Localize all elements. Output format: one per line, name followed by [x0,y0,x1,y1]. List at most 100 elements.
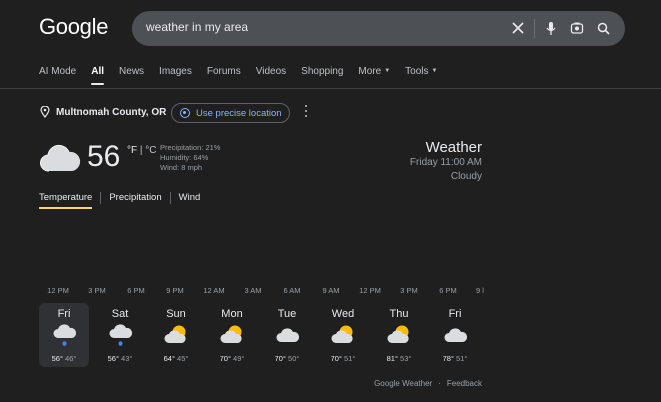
day-temps: 70° 50° [262,354,312,363]
tab-all[interactable]: All [91,66,104,85]
day-forecast[interactable]: Sun 64° 45° [151,303,201,367]
low-temp: 51° [456,354,468,363]
footer-separator: · [438,379,441,388]
high-temp: 70° [330,354,342,363]
weather-title: Weather [425,139,482,156]
weather-subtabs: Temperature Precipitation Wind [39,192,201,209]
high-temp: 70° [274,354,286,363]
day-temps: 78° 51° [430,354,480,363]
precise-location-label: Use precise location [196,107,282,119]
clear-icon[interactable] [510,20,526,36]
high-temp: 64° [163,354,175,363]
weather-condition: Cloudy [450,171,482,182]
day-forecast[interactable]: Fri 56° 46° [39,303,89,367]
chevron-down-icon: ▼ [431,68,438,74]
chevron-down-icon: ▼ [384,68,391,74]
hour-label: 3 PM [400,286,418,295]
weather-footer: Google Weather · Feedback [374,379,482,388]
subtab-divider [100,192,102,204]
low-temp: 53° [400,354,412,363]
unit-celsius[interactable]: °C [145,145,156,156]
hour-label: 9 PM [166,286,184,295]
high-temp: 78° [442,354,454,363]
current-temperature: 56 [87,140,121,173]
google-logo[interactable]: Google [39,14,108,40]
precipitation-text: Precipitation: 21% [160,143,221,152]
unit-fahrenheit[interactable]: °F [127,145,137,156]
low-temp: 46° [65,354,77,363]
day-name: Mon [221,308,243,320]
partly-cloudy-icon [387,325,409,343]
day-name: Sun [166,308,186,320]
day-name: Thu [389,308,409,320]
location[interactable]: Multnomah County, OR [40,106,166,118]
subtab-precipitation[interactable]: Precipitation [109,192,161,204]
tab-news[interactable]: News [119,66,144,77]
day-forecast[interactable]: Sat 56° 43° [95,303,145,367]
tab-shopping[interactable]: Shopping [301,66,343,77]
tab-tools-label: Tools [405,66,429,77]
low-temp: 49° [233,354,245,363]
partly-cloudy-icon [164,325,186,343]
location-name: Multnomah County, OR [56,106,167,118]
tab-videos[interactable]: Videos [256,66,286,77]
hour-label: 12 PM [47,286,69,295]
search-divider [534,19,535,38]
tab-ai-mode[interactable]: AI Mode [39,66,76,77]
subtab-temperature[interactable]: Temperature [39,192,93,209]
partly-cloudy-icon [331,325,353,343]
hour-label: 9 AM [322,286,340,295]
search-bar[interactable] [132,11,625,46]
microphone-icon[interactable] [543,20,559,36]
day-name: Fri [448,308,462,320]
subtab-divider [169,192,171,204]
high-temp: 70° [219,354,231,363]
day-name: Sat [111,308,129,320]
subtab-wind[interactable]: Wind [179,192,201,204]
low-temp: 45° [177,354,189,363]
use-precise-location-button[interactable]: Use precise location [171,103,290,123]
search-icon[interactable] [595,20,611,36]
header-divider [0,88,661,89]
low-temp: 50° [288,354,300,363]
tab-tools[interactable]: Tools ▼ [405,66,437,77]
day-temps: 56° 43° [95,354,145,363]
day-forecast[interactable]: Mon 70° 49° [207,303,257,367]
tab-images[interactable]: Images [159,66,192,77]
lens-icon[interactable] [569,20,585,36]
high-temp: 56° [51,354,63,363]
tab-forums[interactable]: Forums [207,66,241,77]
cloud-icon [276,328,300,342]
more-options-icon[interactable] [303,105,309,117]
hour-label: 6 PM [439,286,457,295]
cloud-icon [444,328,468,342]
partly-cloudy-icon [220,325,242,343]
day-name: Wed [331,308,355,320]
day-name: Tue [277,308,297,320]
hour-label: 6 PM [127,286,145,295]
hour-label: 3 PM [88,286,106,295]
cloud-icon [40,144,81,172]
day-forecast[interactable]: Wed 70° 51° [318,303,368,367]
wind-text: Wind: 8 mph [160,163,203,172]
cloud-rain-icon [109,324,133,346]
humidity-text: Humidity: 64% [160,153,209,162]
day-temps: 64° 45° [151,354,201,363]
low-temp: 51° [344,354,356,363]
cloud-rain-icon [53,324,77,346]
weather-time: Friday 11:00 AM [409,157,482,168]
day-forecast[interactable]: Thu 81° 53° [374,303,424,367]
search-tabs: AI Mode All News Images Forums Videos Sh… [39,66,452,85]
day-temps: 70° 51° [318,354,368,363]
day-name: Fri [57,308,71,320]
hour-label: 12 PM [359,286,381,295]
tab-more-label: More [358,66,382,77]
day-forecast[interactable]: Tue 70° 50° [262,303,312,367]
hour-label: 9 l [476,286,484,295]
day-forecast[interactable]: Fri 78° 51° [430,303,480,367]
feedback-link[interactable]: Feedback [447,379,482,388]
search-input[interactable] [146,20,486,34]
low-temp: 43° [121,354,133,363]
tab-more[interactable]: More ▼ [358,66,390,77]
google-weather-link[interactable]: Google Weather [374,379,432,388]
